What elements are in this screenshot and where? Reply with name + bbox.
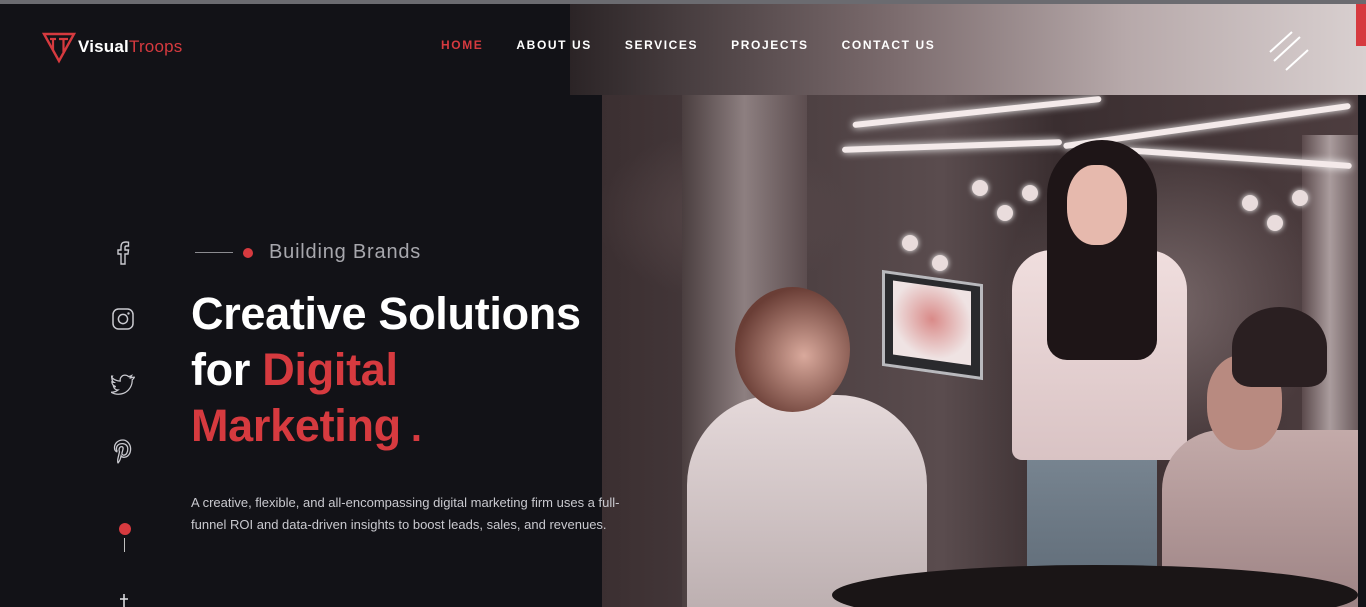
photo-bulb — [1267, 215, 1283, 231]
nav-services[interactable]: SERVICES — [625, 38, 698, 52]
photo-ceiling-light — [841, 139, 1063, 153]
scroll-indicator-line — [124, 538, 125, 552]
headline-line-1: Creative Solutions — [191, 288, 581, 339]
headline-line-3: Marketing — [191, 400, 401, 451]
headline-highlight-digital: Digital — [262, 344, 398, 395]
visualtroops-logo-icon — [42, 32, 76, 64]
brand-name: VisualTroops — [78, 37, 183, 56]
kicker-line — [195, 252, 233, 253]
scroll-indicator-dot — [119, 523, 131, 535]
photo-person-face — [1067, 165, 1127, 245]
photo-bulb — [1242, 195, 1258, 211]
instagram-icon — [112, 308, 134, 330]
twitter-icon — [111, 374, 135, 395]
nav-about-us[interactable]: ABOUT US — [516, 38, 591, 52]
photo-bulb — [972, 180, 988, 196]
hero-kicker: Building Brands — [195, 241, 421, 264]
social-twitter[interactable] — [110, 372, 136, 398]
kicker-text: Building Brands — [269, 241, 422, 263]
photo-bulb — [932, 255, 948, 271]
photo-bulb — [997, 205, 1013, 221]
scroll-indicator-icon — [120, 594, 128, 607]
photo-laptop — [882, 269, 983, 381]
social-pinterest[interactable] — [110, 438, 136, 464]
hero-description: A creative, flexible, and all-encompassi… — [191, 495, 620, 532]
hero-photo — [602, 95, 1358, 607]
nav-home[interactable]: HOME — [441, 38, 483, 52]
nav-projects[interactable]: PROJECTS — [731, 38, 808, 52]
headline-dot: . — [410, 406, 422, 450]
social-facebook[interactable] — [110, 240, 136, 266]
accent-strip — [1356, 4, 1366, 46]
nav-contact-us[interactable]: CONTACT US — [842, 38, 936, 52]
facebook-icon — [117, 241, 130, 265]
photo-bulb — [1022, 185, 1038, 201]
photo-person-hat — [1232, 307, 1327, 387]
menu-icon[interactable] — [1266, 30, 1312, 76]
pinterest-icon — [113, 439, 132, 464]
hero-headline: Creative Solutions for Digital Marketing… — [191, 286, 651, 456]
headline-line-2-prefix: for — [191, 344, 263, 395]
photo-ceiling-light — [852, 95, 1102, 129]
photo-bulb — [1292, 190, 1308, 206]
main-nav: HOME ABOUT US SERVICES PROJECTS CONTACT … — [441, 38, 968, 52]
kicker-dot — [243, 247, 253, 258]
photo-person-head — [735, 287, 850, 412]
social-instagram[interactable] — [110, 306, 136, 332]
photo-laptop-screen — [893, 280, 971, 366]
brand-logo[interactable]: VisualTroops — [42, 30, 182, 64]
photo-bulb — [902, 235, 918, 251]
